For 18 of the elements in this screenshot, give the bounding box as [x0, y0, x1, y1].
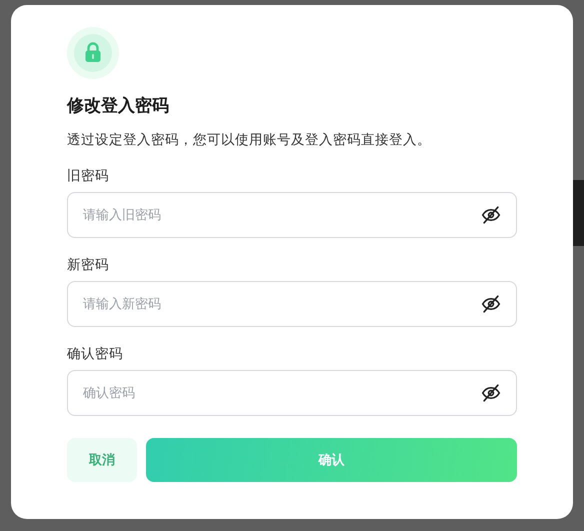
eye-slash-icon[interactable]	[480, 204, 502, 226]
background-panel	[573, 180, 584, 246]
confirm-button[interactable]: 确认	[146, 438, 517, 482]
field-label: 新密码	[67, 256, 110, 274]
dialog-description: 透过设定登入密码，您可以使用账号及登入密码直接登入。	[67, 131, 432, 150]
field-label: 旧密码	[67, 167, 110, 185]
password-field[interactable]: 请输入旧密码	[67, 192, 517, 238]
eye-slash-icon[interactable]	[480, 293, 502, 315]
field-label: 确认密码	[67, 345, 124, 363]
cancel-button[interactable]: 取消	[67, 438, 137, 482]
lock-icon	[67, 27, 119, 79]
dialog-title: 修改登入密码	[67, 95, 170, 117]
eye-slash-icon[interactable]	[480, 382, 502, 404]
password-input[interactable]: 请输入旧密码	[83, 208, 480, 222]
password-field[interactable]: 请输入新密码	[67, 281, 517, 327]
password-input[interactable]: 请输入新密码	[83, 296, 480, 312]
password-field[interactable]: 确认密码	[67, 370, 517, 416]
password-input[interactable]: 确认密码	[83, 386, 480, 400]
